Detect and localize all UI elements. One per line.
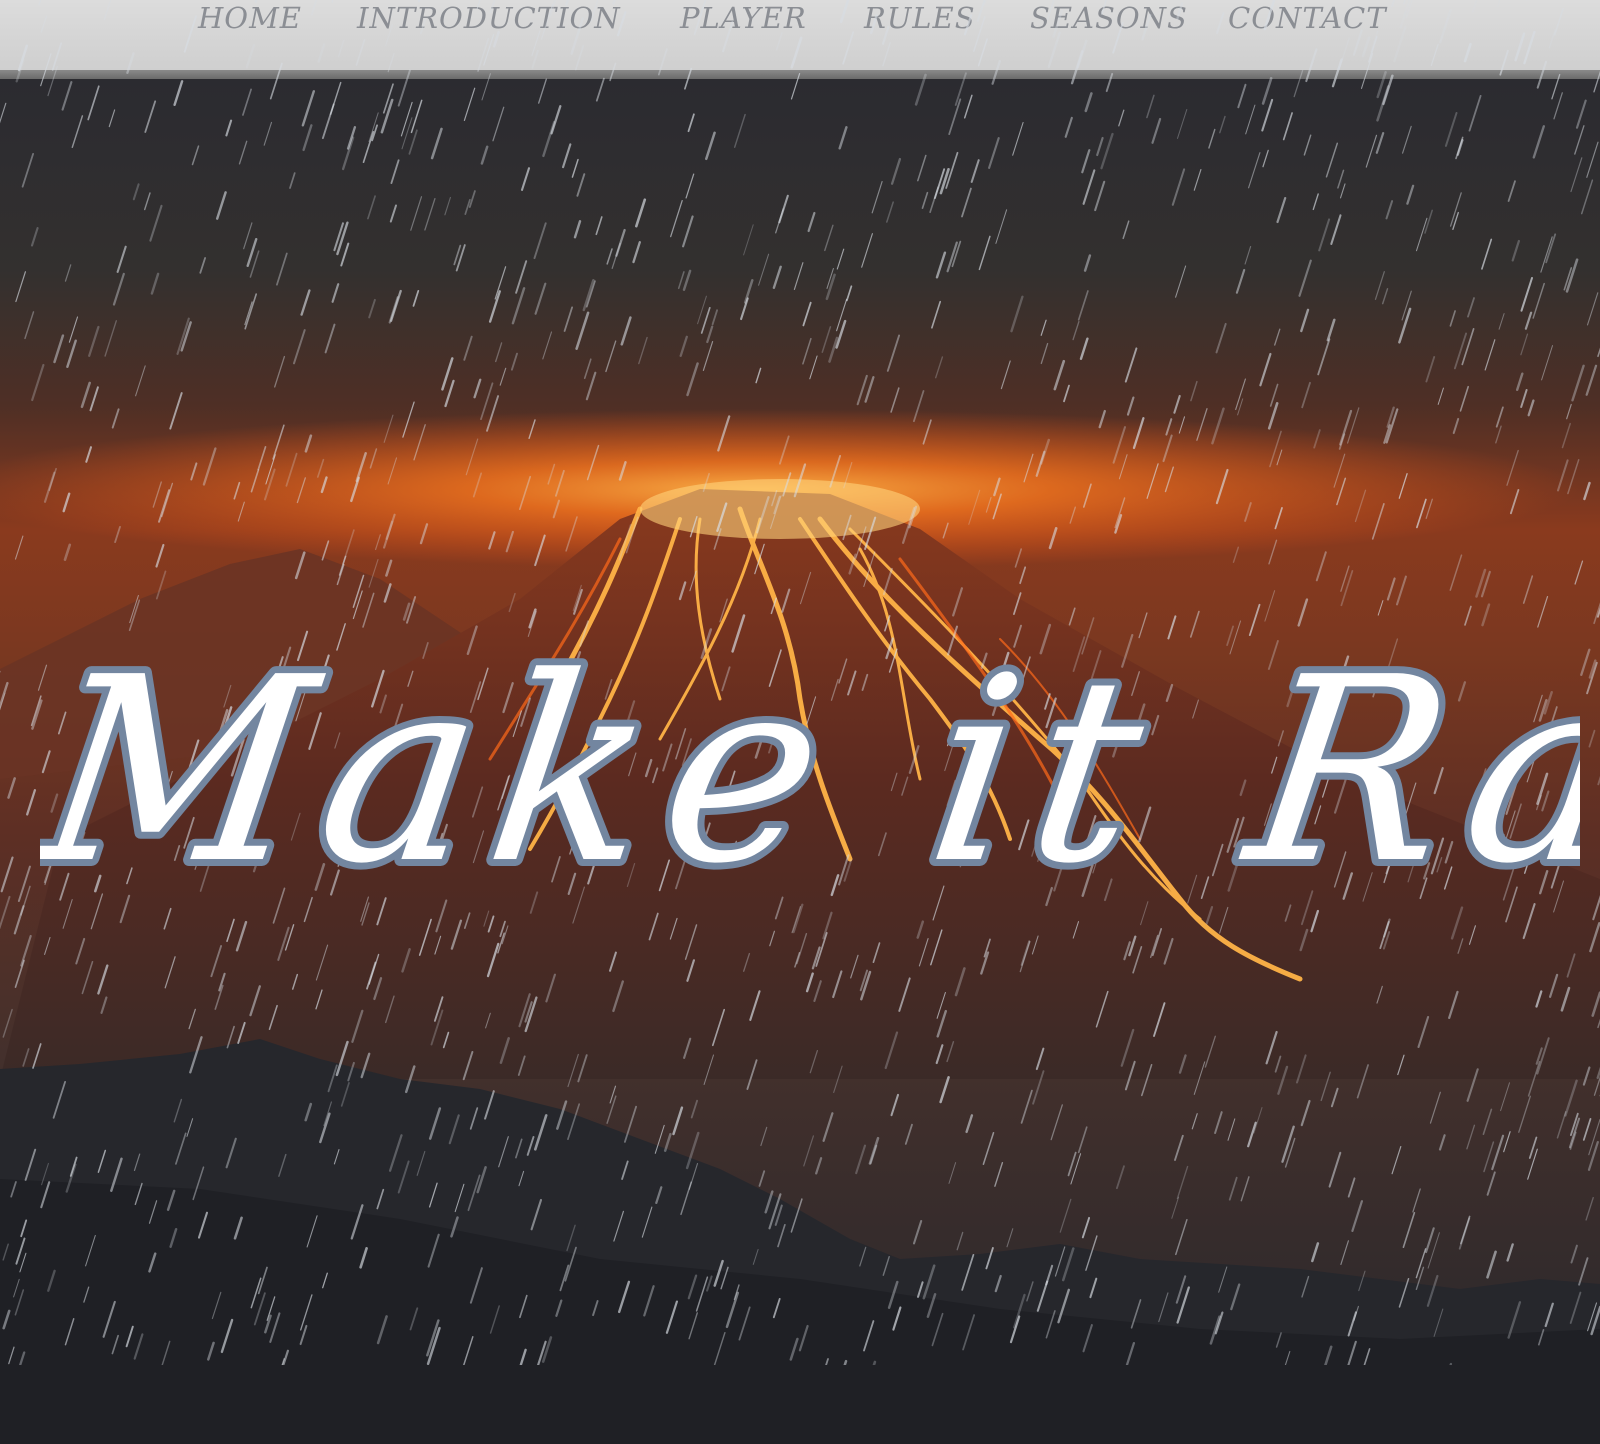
nav-item-rules[interactable]: RULES (864, 0, 976, 36)
nav-item-home[interactable]: HOME (198, 0, 302, 36)
page: HOME INTRODUCTION PLAYER RULES SEASONS C… (0, 0, 1600, 1444)
nav-divider (0, 70, 1600, 79)
hero-title-text: Make it Rain (40, 623, 1580, 920)
make-it-rain-title: Make it Rain (40, 616, 1580, 927)
top-navigation: HOME INTRODUCTION PLAYER RULES SEASONS C… (0, 0, 1600, 70)
nav-item-player[interactable]: PLAYER (680, 0, 807, 36)
nav-item-contact[interactable]: CONTACT (1228, 0, 1387, 36)
nav-item-seasons[interactable]: SEASONS (1030, 0, 1188, 36)
nav-menu: HOME INTRODUCTION PLAYER RULES SEASONS C… (0, 0, 1600, 36)
nav-item-introduction[interactable]: INTRODUCTION (357, 0, 621, 36)
hero-section: Make it Rain (0, 79, 1600, 1444)
